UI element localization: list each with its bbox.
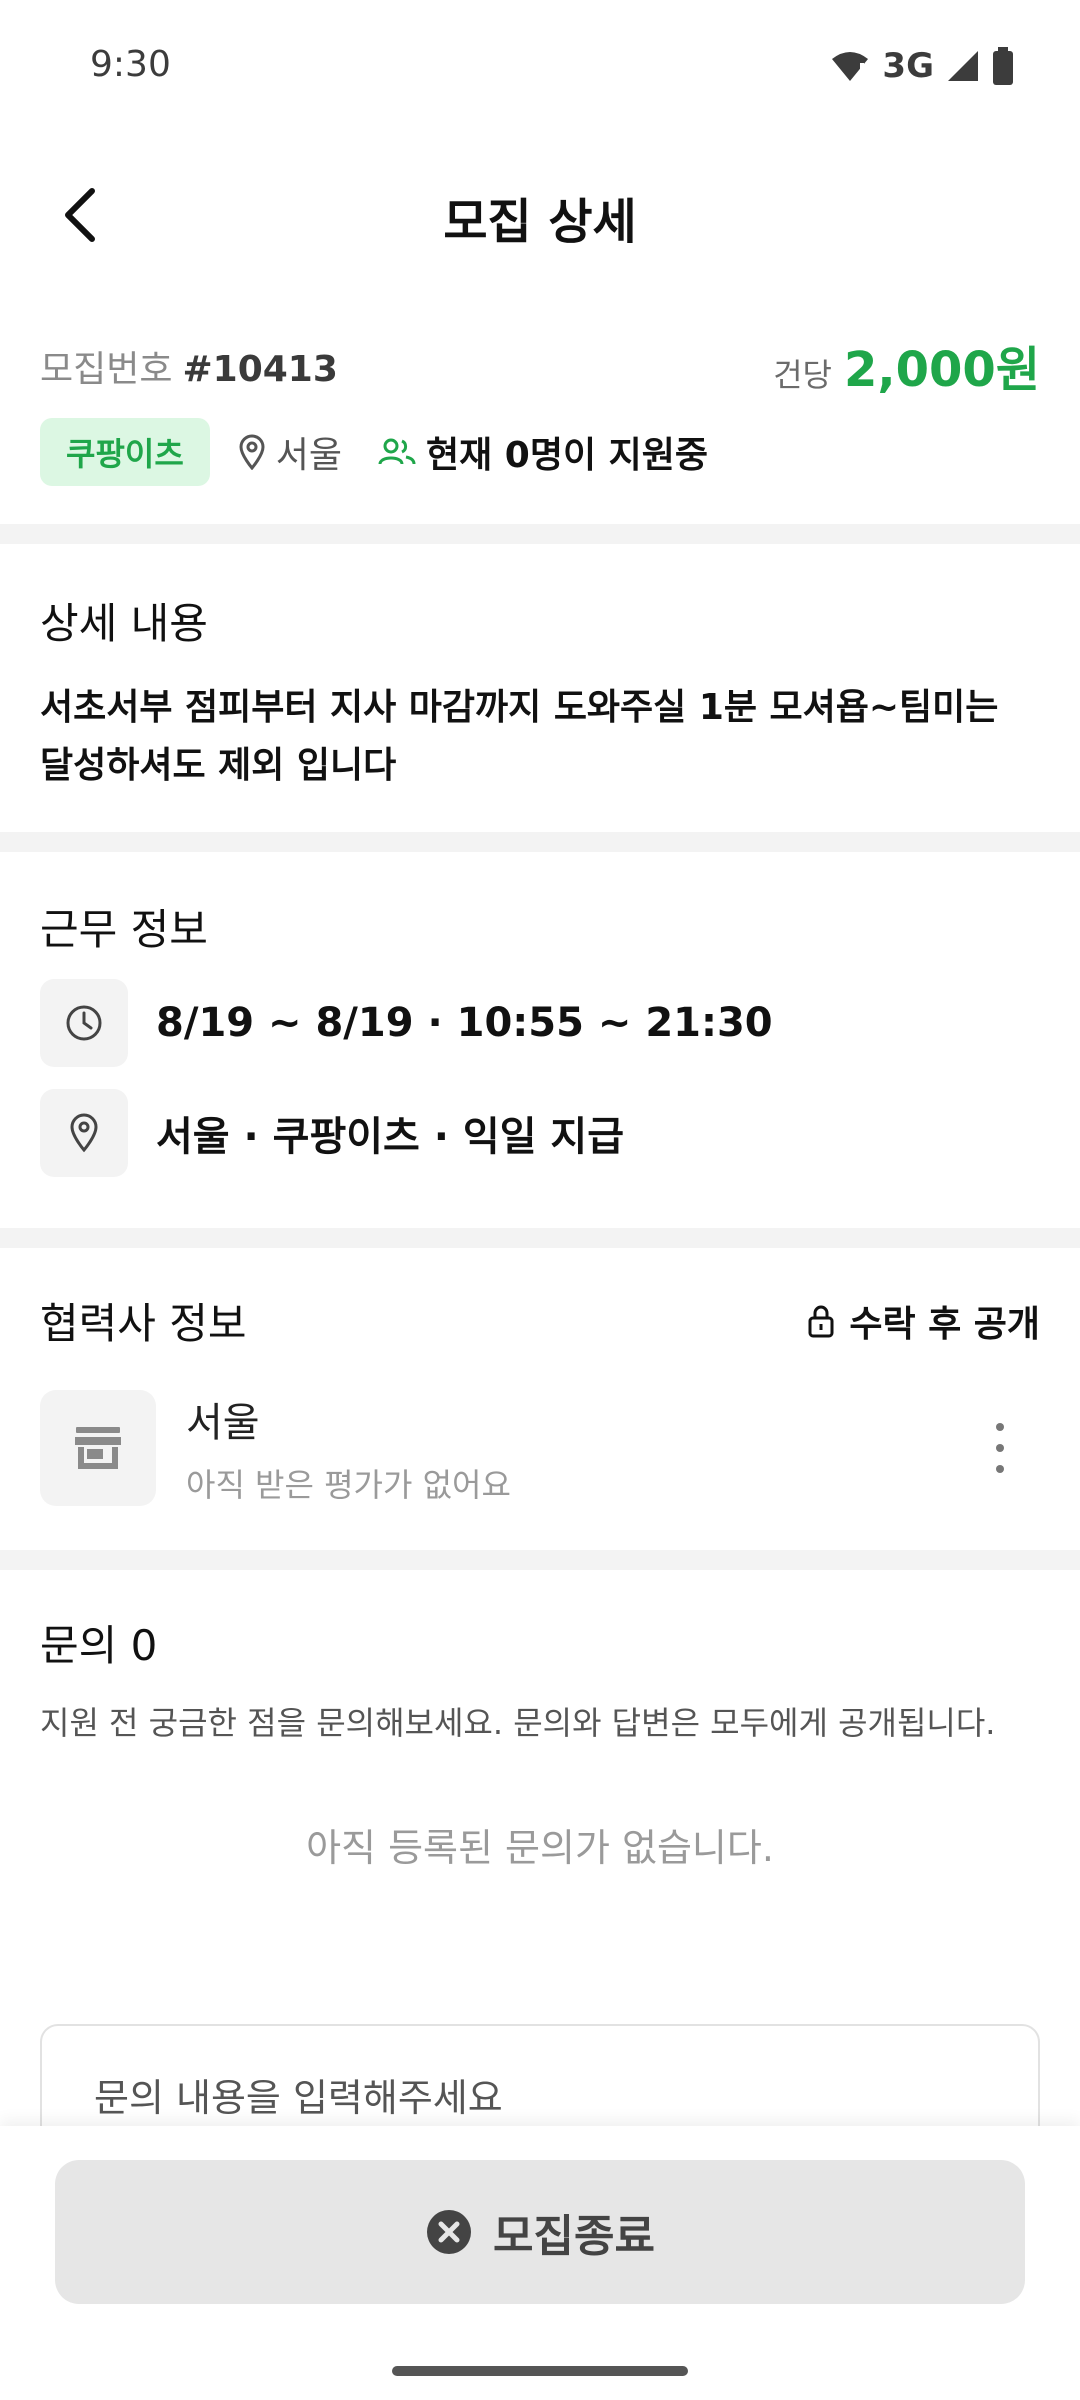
location-icon-box [40, 1089, 128, 1177]
recruit-number-value: #10413 [182, 349, 338, 390]
inquiry-section: 문의 0 지원 전 궁금한 점을 문의해보세요. 문의와 답변은 모두에게 공개… [40, 1612, 1040, 1872]
work-info-title: 근무 정보 [40, 905, 208, 954]
more-dot-icon [996, 1423, 1004, 1431]
partner-card[interactable]: 서울 아직 받은 평가가 없어요 [40, 1389, 1040, 1507]
lock-text: 수락 후 공개 [849, 1303, 1040, 1345]
tags-row: 쿠팡이츠 서울 현재 0명이 지원중 [40, 418, 708, 486]
close-circle-icon [427, 2210, 472, 2254]
partner-lock-status: 수락 후 공개 [807, 1295, 1040, 1347]
store-icon [75, 1427, 121, 1469]
recruit-summary: 모집번호 #10413 건당 2,000원 쿠팡이츠 서울 현재 0명이 지원중 [0, 320, 1080, 520]
details-body: 서초서부 점피부터 지사 마감까지 도와주실 1분 모셔욥~팀미는 달성하셔도 … [40, 687, 999, 786]
wifi-alert-icon [832, 52, 869, 81]
price-value: 2,000원 [844, 342, 1040, 398]
more-dot-icon [996, 1444, 1004, 1452]
status-bar: 9:30 3G [0, 0, 1080, 130]
status-time: 9:30 [90, 44, 171, 85]
location-pin-icon [239, 434, 265, 470]
partner-rating: 아직 받은 평가가 없어요 [186, 1466, 511, 1504]
work-schedule: 8/19 ~ 8/19 · 10:55 ~ 21:30 [156, 1000, 773, 1046]
partner-section: 협력사 정보 수락 후 공개 서울 아직 받은 평가가 없어요 [40, 1290, 1040, 1507]
details-section: 상세 내용 서초서부 점피부터 지사 마감까지 도와주실 1분 모셔욥~팀미는 … [40, 590, 1040, 795]
people-icon [378, 438, 416, 465]
close-recruit-label: 모집종료 [493, 2211, 655, 2262]
partner-name: 서울 [186, 1400, 260, 1446]
more-dot-icon [996, 1465, 1004, 1473]
lock-icon [808, 1305, 834, 1337]
work-info-section: 근무 정보 8/19 ~ 8/19 · 10:55 ~ 21:30 서울 · 쿠… [40, 896, 1040, 1177]
recruit-number-label: 모집번호 [40, 349, 173, 390]
applicants-text: 현재 0명이 지원중 [426, 435, 708, 476]
home-indicator[interactable] [392, 2366, 688, 2376]
partner-title: 협력사 정보 [40, 1299, 247, 1348]
applicants-count: 현재 0명이 지원중 [378, 426, 708, 478]
clock-icon-box [40, 979, 128, 1067]
section-divider [0, 1228, 1080, 1248]
location-tag: 서울 [238, 426, 342, 478]
recruit-detail-screen: 9:30 3G 모집 상세 모집번호 #10413 건당 2,000원 쿠팡이츠… [0, 0, 1080, 2400]
recruit-number: 모집번호 #10413 [40, 340, 338, 392]
inquiry-description: 지원 전 궁금한 점을 문의해보세요. 문의와 답변은 모두에게 공개됩니다. [40, 1704, 996, 1742]
partner-header: 협력사 정보 수락 후 공개 [40, 1290, 1040, 1351]
partner-info: 서울 아직 받은 평가가 없어요 [186, 1390, 511, 1506]
platform-badge: 쿠팡이츠 [40, 418, 210, 486]
status-icons: 3G [830, 44, 1014, 88]
price: 건당 2,000원 [773, 330, 1040, 400]
location-text: 서울 [275, 435, 343, 476]
clock-icon [66, 1005, 102, 1041]
network-type: 3G [882, 46, 934, 86]
work-place: 서울 · 쿠팡이츠 · 익일 지급 [156, 1114, 625, 1160]
battery-icon [993, 47, 1013, 85]
more-options-button[interactable] [980, 1423, 1020, 1473]
store-icon-box [40, 1390, 156, 1506]
work-schedule-row: 8/19 ~ 8/19 · 10:55 ~ 21:30 [40, 979, 1040, 1067]
details-title: 상세 내용 [40, 599, 208, 648]
inquiry-title: 문의 0 [40, 1621, 158, 1670]
page-title: 모집 상세 [443, 194, 637, 250]
close-recruit-button[interactable]: 모집종료 [55, 2160, 1025, 2304]
work-place-row: 서울 · 쿠팡이츠 · 익일 지급 [40, 1089, 1040, 1177]
price-label: 건당 [773, 356, 832, 394]
section-divider [0, 832, 1080, 852]
signal-icon [948, 51, 978, 81]
inquiry-empty-message: 아직 등록된 문의가 없습니다. [306, 1826, 774, 1870]
bottom-action-bar: 모집종료 [0, 2126, 1080, 2400]
section-divider [0, 524, 1080, 544]
section-divider [0, 1550, 1080, 1570]
app-header: 모집 상세 [0, 150, 1080, 280]
location-pin-icon [70, 1113, 98, 1153]
